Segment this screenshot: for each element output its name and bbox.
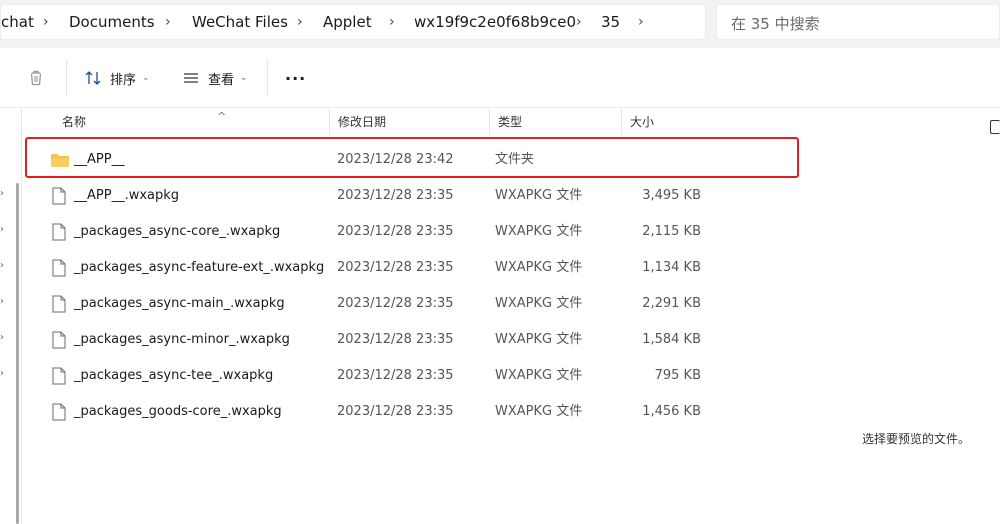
file-name: _packages_async-main_.wxapkg — [74, 296, 285, 311]
file-type: WXAPKG 文件 — [495, 332, 583, 347]
file-name: _packages_async-feature-ext_.wxapkg — [74, 260, 325, 275]
chevron-right-icon[interactable]: › — [389, 14, 395, 30]
chevron-right-icon[interactable]: › — [43, 14, 49, 30]
file-type: WXAPKG 文件 — [495, 224, 583, 239]
file-modified-date: 2023/12/28 23:35 — [337, 296, 454, 311]
column-header-size[interactable]: 大小 — [621, 108, 709, 135]
file-name: _packages_goods-core_.wxapkg — [74, 404, 282, 419]
toolbar-divider — [66, 60, 67, 96]
file-row[interactable]: __APP__.wxapkg 2023/12/28 23:35 WXAPKG 文件 3… — [23, 178, 713, 214]
column-header-row: 名称 ^ 修改日期 类型 大小 — [23, 108, 710, 135]
column-header-name[interactable]: 名称 ^ — [54, 108, 329, 135]
file-icon — [52, 367, 66, 385]
chevron-right-icon[interactable]: › — [638, 14, 644, 30]
file-icon — [52, 187, 66, 205]
file-row[interactable]: _packages_async-feature-ext_.wxapkg 2023/… — [23, 250, 713, 286]
file-name: __APP__.wxapkg — [74, 188, 180, 203]
search-input[interactable]: 在 35 中搜索 — [716, 4, 1000, 40]
chevron-right-icon[interactable]: › — [0, 332, 4, 343]
file-modified-date: 2023/12/28 23:35 — [337, 188, 454, 203]
file-row[interactable]: _packages_async-tee_.wxapkg 2023/12/28 23… — [23, 358, 713, 394]
view-button[interactable]: 查看 ⌄ — [182, 64, 248, 92]
chevron-right-icon[interactable]: › — [0, 368, 4, 379]
chevron-down-icon: ⌄ — [142, 73, 150, 83]
chevron-right-icon[interactable]: › — [0, 260, 4, 271]
file-icon — [52, 259, 66, 277]
file-icon — [52, 403, 66, 421]
breadcrumb-item[interactable]: chat — [1, 13, 34, 31]
file-size: 1,456 KB — [642, 404, 701, 419]
navigation-pane[interactable]: › › › › › › — [0, 108, 22, 524]
breadcrumb-item[interactable]: Documents — [69, 13, 155, 31]
file-name: _packages_async-tee_.wxapkg — [74, 368, 274, 383]
address-bar-area: chat › Documents › WeChat Files › Applet… — [0, 0, 1000, 48]
column-header-date[interactable]: 修改日期 — [329, 108, 489, 135]
file-size: 2,291 KB — [642, 296, 701, 311]
search-placeholder: 在 35 中搜索 — [731, 15, 820, 33]
chevron-right-icon[interactable]: › — [165, 14, 171, 30]
file-row[interactable]: _packages_async-main_.wxapkg 2023/12/28 2… — [23, 286, 713, 322]
list-view-icon — [184, 73, 198, 83]
view-label: 查看 — [208, 72, 235, 88]
file-icon — [52, 331, 66, 349]
column-header-name-label: 名称 — [62, 115, 87, 129]
delete-button[interactable] — [26, 64, 46, 92]
scrollbar[interactable] — [16, 183, 19, 524]
breadcrumb-item[interactable]: WeChat Files — [192, 13, 288, 31]
chevron-right-icon[interactable]: › — [0, 296, 4, 307]
breadcrumb[interactable]: chat › Documents › WeChat Files › Applet… — [0, 4, 706, 40]
sort-ascending-icon: ^ — [217, 110, 227, 123]
file-name: _packages_async-core_.wxapkg — [74, 224, 281, 239]
file-type: WXAPKG 文件 — [495, 260, 583, 275]
file-modified-date: 2023/12/28 23:35 — [337, 368, 454, 383]
chevron-right-icon[interactable]: › — [576, 14, 582, 30]
file-row[interactable]: _packages_async-minor_.wxapkg 2023/12/28 … — [23, 322, 713, 358]
file-size: 1,134 KB — [642, 260, 701, 275]
sort-icon — [85, 71, 101, 85]
chevron-right-icon[interactable]: › — [0, 224, 4, 235]
command-bar: 排序 ⌄ 查看 ⌄ ··· — [0, 48, 1000, 134]
file-name: _packages_async-minor_.wxapkg — [74, 332, 290, 347]
breadcrumb-item[interactable]: 35 — [601, 13, 620, 31]
file-type: WXAPKG 文件 — [495, 188, 583, 203]
details-pane-icon[interactable] — [990, 120, 1000, 134]
file-row[interactable]: _packages_goods-core_.wxapkg 2023/12/28 2… — [23, 394, 713, 430]
file-size: 2,115 KB — [642, 224, 701, 239]
file-size: 3,495 KB — [642, 188, 701, 203]
file-size: 1,584 KB — [642, 332, 701, 347]
file-modified-date: 2023/12/28 23:35 — [337, 404, 454, 419]
toolbar-divider — [267, 60, 268, 96]
sort-button[interactable]: 排序 ⌄ — [84, 64, 150, 92]
chevron-right-icon[interactable]: › — [0, 188, 4, 199]
file-icon — [52, 223, 66, 241]
file-type: WXAPKG 文件 — [495, 296, 583, 311]
selection-highlight-box — [25, 137, 799, 178]
file-type: WXAPKG 文件 — [495, 404, 583, 419]
chevron-down-icon: ⌄ — [240, 73, 248, 83]
sort-label: 排序 — [110, 72, 137, 88]
chevron-right-icon[interactable]: › — [297, 14, 303, 30]
trash-icon — [30, 70, 42, 86]
file-icon — [52, 295, 66, 313]
breadcrumb-item[interactable]: wx19f9c2e0f68b9ce0 — [414, 13, 576, 31]
more-options-button[interactable]: ··· — [285, 64, 306, 92]
file-type: WXAPKG 文件 — [495, 368, 583, 383]
file-modified-date: 2023/12/28 23:35 — [337, 260, 454, 275]
file-modified-date: 2023/12/28 23:35 — [337, 224, 454, 239]
breadcrumb-item[interactable]: Applet — [323, 13, 372, 31]
file-modified-date: 2023/12/28 23:35 — [337, 332, 454, 347]
column-header-type[interactable]: 类型 — [489, 108, 621, 135]
file-size: 795 KB — [654, 368, 701, 383]
preview-pane-message: 选择要预览的文件。 — [862, 432, 971, 446]
file-row[interactable]: _packages_async-core_.wxapkg 2023/12/28 2… — [23, 214, 713, 250]
